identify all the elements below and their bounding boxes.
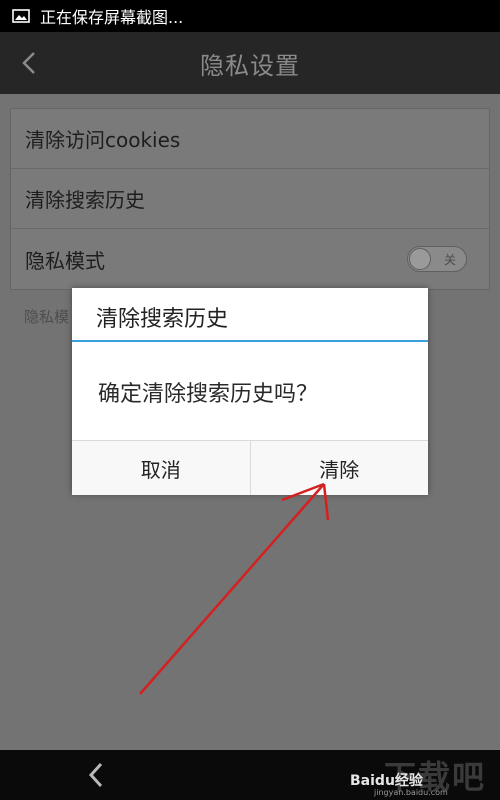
- title-bar: 隐私设置: [0, 32, 500, 94]
- settings-item-private-mode: 隐私模式 关: [11, 229, 489, 289]
- clear-button[interactable]: 清除: [251, 441, 429, 495]
- settings-card: 清除访问cookies 清除搜索历史 隐私模式 关: [10, 108, 490, 290]
- watermark: 下载吧 Baidu经验 jingyan.baidu.com: [350, 752, 490, 798]
- status-text: 正在保存屏幕截图...: [40, 8, 184, 27]
- dialog-message: 确定清除搜索历史吗？: [98, 382, 319, 407]
- settings-item-clear-search-history[interactable]: 清除搜索历史: [11, 169, 489, 229]
- clear-history-dialog: 清除搜索历史 确定清除搜索历史吗？ 取消 清除: [72, 288, 428, 495]
- page-title: 隐私设置: [200, 51, 300, 80]
- toggle-state-text: 关: [443, 253, 456, 267]
- settings-item-label: 清除访问cookies: [25, 128, 181, 152]
- bottom-nav-bar: 下载吧 Baidu经验 jingyan.baidu.com: [0, 750, 500, 800]
- settings-item-clear-cookies[interactable]: 清除访问cookies: [11, 109, 489, 169]
- settings-item-label: 清除搜索历史: [25, 188, 145, 212]
- dialog-button-row: 取消 清除: [72, 440, 428, 495]
- image-icon: [12, 9, 30, 23]
- status-bar: 正在保存屏幕截图...: [0, 0, 500, 32]
- watermark-sub: jingyan.baidu.com: [374, 788, 448, 797]
- cancel-button[interactable]: 取消: [72, 441, 251, 495]
- settings-item-label: 隐私模式: [25, 248, 105, 273]
- dialog-title-divider: [72, 340, 428, 342]
- private-mode-toggle[interactable]: 关: [407, 246, 467, 272]
- toggle-knob: [409, 248, 431, 270]
- private-mode-hint: 隐私模: [24, 308, 70, 326]
- back-chevron-icon[interactable]: [14, 46, 44, 80]
- watermark-brand: Baidu经验: [350, 773, 423, 789]
- dialog-title: 清除搜索历史: [96, 307, 229, 332]
- nav-back-icon[interactable]: [82, 760, 110, 790]
